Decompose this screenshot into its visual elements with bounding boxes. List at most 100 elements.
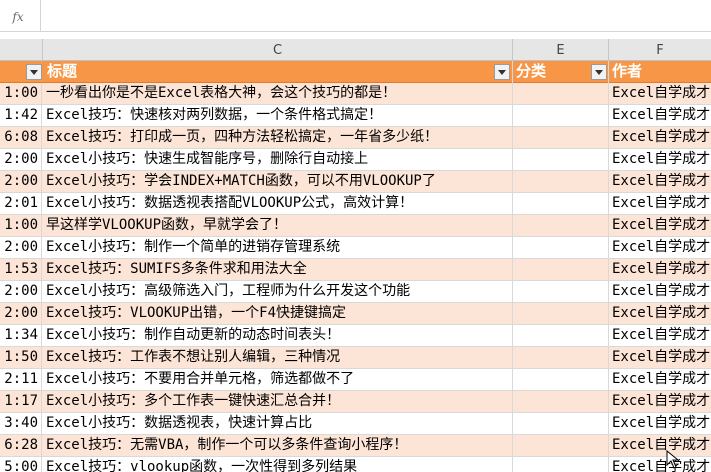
column-gridline bbox=[512, 61, 513, 472]
author-cell[interactable]: Excel自学成才 bbox=[609, 105, 711, 126]
category-cell[interactable] bbox=[513, 281, 608, 302]
title-cell[interactable]: 早这样学VLOOKUP函数，早就学会了！ bbox=[43, 215, 513, 236]
time-cell[interactable]: 1:00 bbox=[0, 83, 42, 104]
time-cell[interactable]: 2:01 bbox=[0, 193, 42, 214]
table-row: 2:00 Excel小技巧：快速生成智能序号，删除行自动接上 Excel自学成才 bbox=[0, 149, 711, 171]
author-cell[interactable]: Excel自学成才 bbox=[609, 435, 711, 456]
table-row: 2:00 Excel技巧：VLOOKUP出错，一个F4快捷键搞定 Excel自学成才 bbox=[0, 303, 711, 325]
author-cell[interactable]: Excel自学成才 bbox=[609, 391, 711, 412]
time-cell[interactable]: 2:00 bbox=[0, 237, 42, 258]
category-cell[interactable] bbox=[513, 171, 608, 192]
title-cell[interactable]: Excel小技巧：快速生成智能序号，删除行自动接上 bbox=[43, 149, 513, 170]
header-author-label: 作者 bbox=[612, 62, 643, 80]
title-cell[interactable]: Excel技巧：打印成一页，四种方法轻松搞定，一年省多少纸！ bbox=[43, 127, 513, 148]
category-cell[interactable] bbox=[513, 369, 608, 390]
title-cell[interactable]: Excel小技巧：制作一个简单的进销存管理系统 bbox=[43, 237, 513, 258]
category-cell[interactable] bbox=[513, 193, 608, 214]
category-cell[interactable] bbox=[513, 83, 608, 104]
time-cell[interactable]: 5:00 bbox=[0, 457, 42, 472]
author-cell[interactable]: Excel自学成才 bbox=[609, 413, 711, 434]
author-cell[interactable]: Excel自学成才 bbox=[609, 369, 711, 390]
column-gridline bbox=[608, 61, 609, 472]
title-cell[interactable]: 一秒看出你是不是Excel表格大神，会这个技巧的都是！ bbox=[43, 83, 513, 104]
author-cell[interactable]: Excel自学成才 bbox=[609, 347, 711, 368]
author-cell[interactable]: Excel自学成才 bbox=[609, 303, 711, 324]
time-cell[interactable]: 2:00 bbox=[0, 281, 42, 302]
toolbar-gap bbox=[0, 32, 711, 39]
filter-dropdown-icon[interactable] bbox=[494, 64, 510, 80]
author-cell[interactable]: Excel自学成才 bbox=[609, 83, 711, 104]
category-cell[interactable] bbox=[513, 391, 608, 412]
table-row: 1:17 Excel小技巧：多个工作表一键快速汇总合并！ Excel自学成才 bbox=[0, 391, 711, 413]
title-cell[interactable]: Excel技巧：工作表不想让别人编辑，三种情况 bbox=[43, 347, 513, 368]
column-header-bar: C E F bbox=[0, 39, 711, 61]
title-cell[interactable]: Excel小技巧：数据透视表搭配VLOOKUP公式，高效计算！ bbox=[43, 193, 513, 214]
author-cell[interactable]: Excel自学成才 bbox=[609, 171, 711, 192]
column-header-f[interactable]: F bbox=[609, 39, 711, 61]
title-cell[interactable]: Excel技巧：SUMIFS多条件求和用法大全 bbox=[43, 259, 513, 280]
category-cell[interactable] bbox=[513, 413, 608, 434]
category-cell[interactable] bbox=[513, 127, 608, 148]
filter-dropdown-icon[interactable] bbox=[26, 64, 42, 80]
time-cell[interactable]: 1:50 bbox=[0, 347, 42, 368]
author-cell[interactable]: Excel自学成才 bbox=[609, 237, 711, 258]
table-row: 1:50 Excel技巧：工作表不想让别人编辑，三种情况 Excel自学成才 bbox=[0, 347, 711, 369]
table-row: 6:08 Excel技巧：打印成一页，四种方法轻松搞定，一年省多少纸！ Excel自… bbox=[0, 127, 711, 149]
table-row: 2:00 Excel小技巧：学会INDEX+MATCH函数，可以不用VLOOKUP… bbox=[0, 171, 711, 193]
filter-dropdown-icon[interactable] bbox=[591, 64, 607, 80]
formula-input[interactable] bbox=[40, 0, 711, 31]
title-cell[interactable]: Excel技巧：快速核对两列数据，一个条件格式搞定！ bbox=[43, 105, 513, 126]
time-cell[interactable]: 1:53 bbox=[0, 259, 42, 280]
title-cell[interactable]: Excel技巧：vlookup函数，一次性得到多列结果 bbox=[43, 457, 513, 472]
table-row: 2:00 Excel小技巧：高级筛选入门，工程师为什么开发这个功能 Excel自学成… bbox=[0, 281, 711, 303]
time-cell[interactable]: 1:34 bbox=[0, 325, 42, 346]
header-title-label: 标题 bbox=[47, 62, 78, 80]
table-header-row: 标题 分类 作者 bbox=[0, 61, 711, 83]
category-cell[interactable] bbox=[513, 215, 608, 236]
title-cell[interactable]: Excel技巧：无需VBA，制作一个可以多条件查询小程序！ bbox=[43, 435, 513, 456]
column-header-c[interactable]: C bbox=[43, 39, 513, 61]
time-cell[interactable]: 2:11 bbox=[0, 369, 42, 390]
category-cell[interactable] bbox=[513, 435, 608, 456]
author-cell[interactable]: Excel自学成才 bbox=[609, 281, 711, 302]
category-cell[interactable] bbox=[513, 303, 608, 324]
author-cell[interactable]: Excel自学成才 bbox=[609, 259, 711, 280]
author-cell[interactable]: Excel自学成才 bbox=[609, 193, 711, 214]
table-row: 1:42 Excel技巧：快速核对两列数据，一个条件格式搞定！ Excel自学成才 bbox=[0, 105, 711, 127]
time-cell[interactable]: 1:00 bbox=[0, 215, 42, 236]
category-cell[interactable] bbox=[513, 457, 608, 472]
mouse-cursor-icon bbox=[666, 450, 680, 469]
fx-icon[interactable]: fx bbox=[0, 4, 36, 30]
time-cell[interactable]: 1:17 bbox=[0, 391, 42, 412]
category-cell[interactable] bbox=[513, 347, 608, 368]
time-cell[interactable]: 6:08 bbox=[0, 127, 42, 148]
title-cell[interactable]: Excel技巧：VLOOKUP出错，一个F4快捷键搞定 bbox=[43, 303, 513, 324]
title-cell[interactable]: Excel小技巧：不要用合并单元格，筛选都做不了 bbox=[43, 369, 513, 390]
category-cell[interactable] bbox=[513, 325, 608, 346]
author-cell[interactable]: Excel自学成才 bbox=[609, 457, 711, 472]
title-cell[interactable]: Excel小技巧：学会INDEX+MATCH函数，可以不用VLOOKUP了 bbox=[43, 171, 513, 192]
title-cell[interactable]: Excel小技巧：数据透视表，快速计算占比 bbox=[43, 413, 513, 434]
category-cell[interactable] bbox=[513, 149, 608, 170]
column-header-e[interactable]: E bbox=[513, 39, 609, 61]
author-cell[interactable]: Excel自学成才 bbox=[609, 149, 711, 170]
category-cell[interactable] bbox=[513, 237, 608, 258]
time-cell[interactable]: 2:00 bbox=[0, 171, 42, 192]
time-cell[interactable]: 6:28 bbox=[0, 435, 42, 456]
column-header-b[interactable] bbox=[0, 39, 43, 61]
author-cell[interactable]: Excel自学成才 bbox=[609, 325, 711, 346]
title-cell[interactable]: Excel小技巧：多个工作表一键快速汇总合并！ bbox=[43, 391, 513, 412]
time-cell[interactable]: 2:00 bbox=[0, 303, 42, 324]
title-cell[interactable]: Excel小技巧：制作自动更新的动态时间表头！ bbox=[43, 325, 513, 346]
table-row: 5:00 Excel技巧：vlookup函数，一次性得到多列结果 Excel自学成才 bbox=[0, 457, 711, 472]
author-cell[interactable]: Excel自学成才 bbox=[609, 215, 711, 236]
formula-bar: fx bbox=[0, 0, 711, 32]
time-cell[interactable]: 1:42 bbox=[0, 105, 42, 126]
time-cell[interactable]: 2:00 bbox=[0, 149, 42, 170]
title-cell[interactable]: Excel小技巧：高级筛选入门，工程师为什么开发这个功能 bbox=[43, 281, 513, 302]
category-cell[interactable] bbox=[513, 105, 608, 126]
category-cell[interactable] bbox=[513, 259, 608, 280]
time-cell[interactable]: 3:40 bbox=[0, 413, 42, 434]
table-row: 1:00 早这样学VLOOKUP函数，早就学会了！ Excel自学成才 bbox=[0, 215, 711, 237]
author-cell[interactable]: Excel自学成才 bbox=[609, 127, 711, 148]
